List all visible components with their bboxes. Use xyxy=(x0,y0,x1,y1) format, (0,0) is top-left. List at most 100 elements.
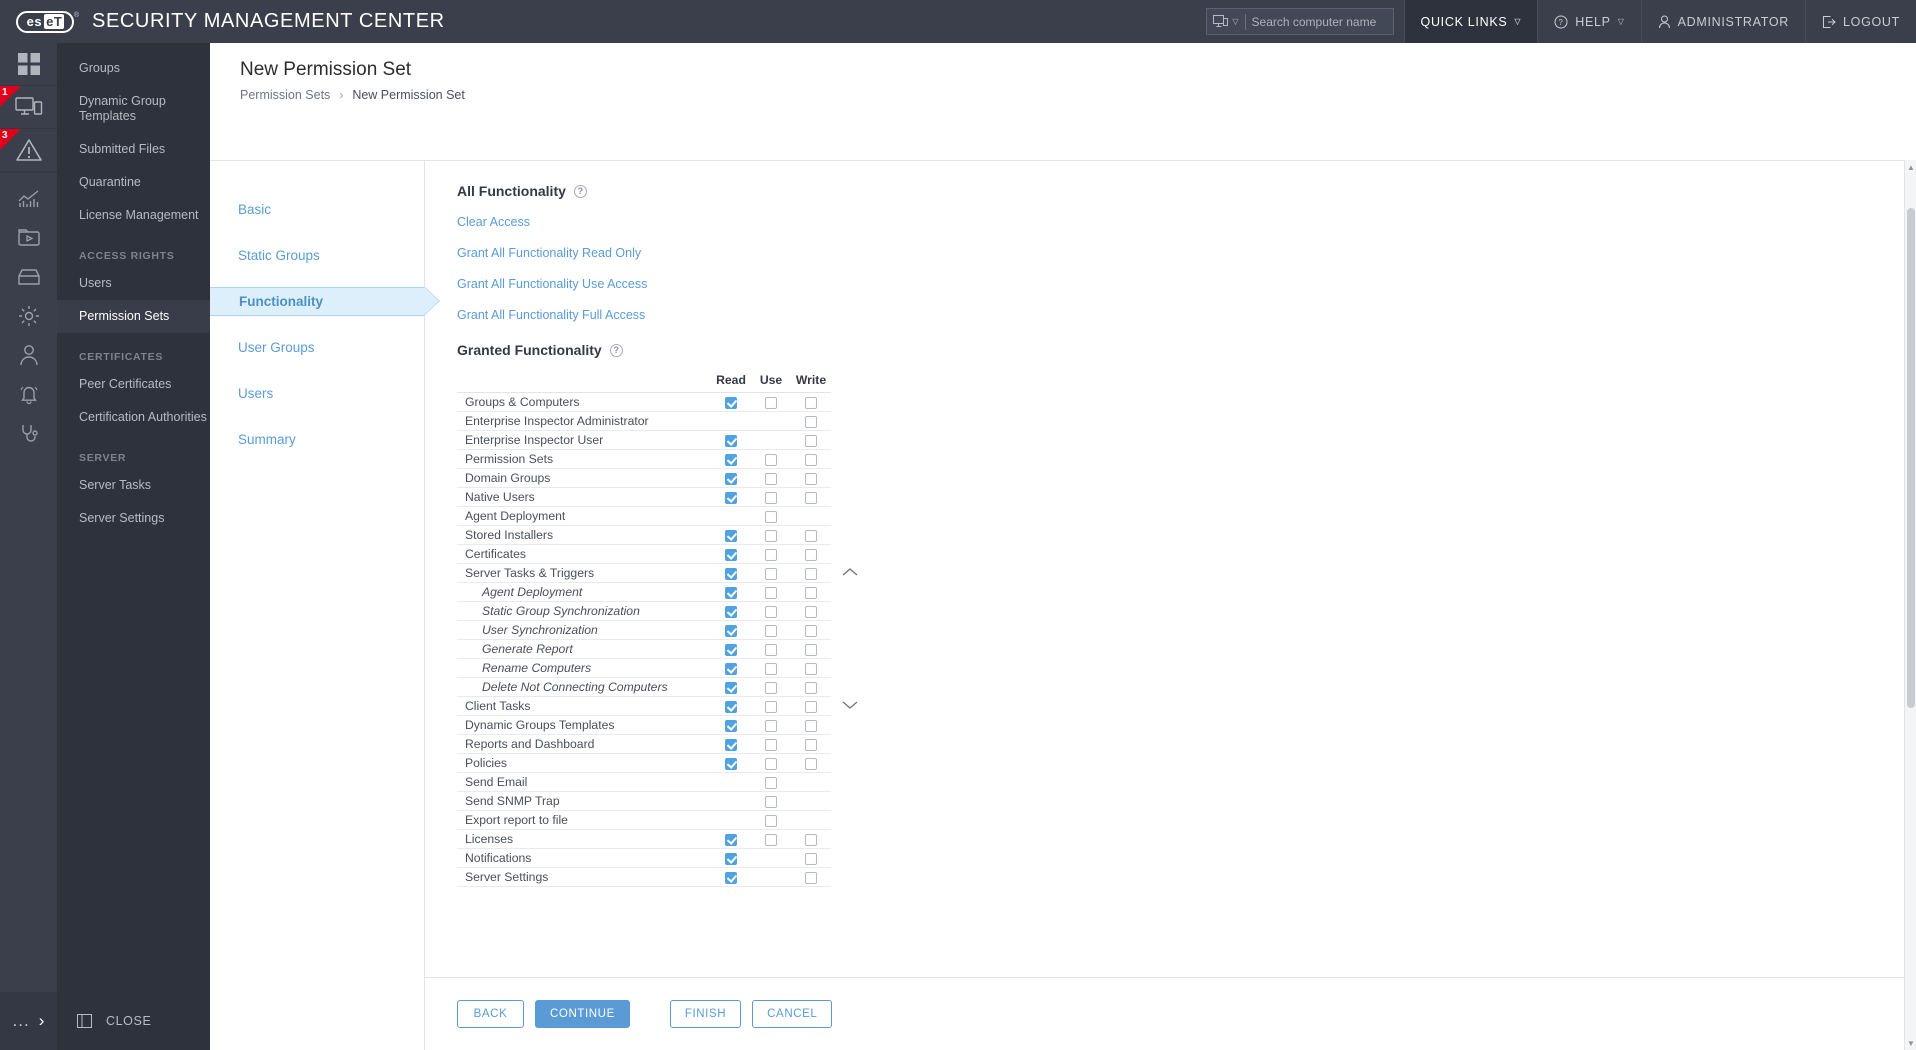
checkbox-write[interactable] xyxy=(805,757,817,770)
checkbox-use[interactable] xyxy=(765,757,777,770)
cell-read[interactable] xyxy=(711,677,751,697)
checkbox-use[interactable] xyxy=(765,795,777,808)
step-user-groups[interactable]: User Groups xyxy=(210,333,424,362)
cell-write[interactable] xyxy=(791,715,831,735)
checkbox-write[interactable] xyxy=(805,586,817,599)
sidebar-item-users[interactable]: Users xyxy=(57,267,210,300)
checkbox-read[interactable] xyxy=(725,548,737,561)
checkbox-read[interactable] xyxy=(725,681,737,694)
cell-write[interactable] xyxy=(791,658,831,678)
checkbox-read[interactable] xyxy=(725,700,737,713)
checkbox-read[interactable] xyxy=(725,529,737,542)
sidebar-item-permission-sets[interactable]: Permission Sets xyxy=(57,300,210,333)
checkbox-use[interactable] xyxy=(765,529,777,542)
back-button[interactable]: BACK xyxy=(457,1000,524,1028)
cell-read[interactable] xyxy=(711,449,751,469)
cell-use[interactable] xyxy=(751,582,791,602)
cell-use[interactable] xyxy=(751,772,791,792)
quick-links-menu[interactable]: QUICK LINKS ▽ xyxy=(1403,0,1538,43)
cell-read[interactable] xyxy=(711,753,751,773)
cell-read[interactable] xyxy=(711,601,751,621)
cell-write[interactable] xyxy=(791,411,831,431)
cell-use[interactable] xyxy=(751,753,791,773)
cell-read[interactable] xyxy=(711,696,751,716)
cell-read[interactable] xyxy=(711,487,751,507)
step-users[interactable]: Users xyxy=(210,379,424,408)
cell-write[interactable] xyxy=(791,848,831,868)
cell-read[interactable] xyxy=(711,715,751,735)
cell-use[interactable] xyxy=(751,525,791,545)
checkbox-read[interactable] xyxy=(725,491,737,504)
checkbox-write[interactable] xyxy=(805,605,817,618)
sidebar-item-groups[interactable]: Groups xyxy=(57,52,210,85)
grant-read-only-link[interactable]: Grant All Functionality Read Only xyxy=(457,246,641,260)
cell-read[interactable] xyxy=(711,582,751,602)
rail-item-reports[interactable] xyxy=(0,179,57,218)
cell-use[interactable] xyxy=(751,449,791,469)
checkbox-use[interactable] xyxy=(765,472,777,485)
checkbox-use[interactable] xyxy=(765,567,777,580)
checkbox-write[interactable] xyxy=(805,643,817,656)
checkbox-write[interactable] xyxy=(805,833,817,846)
finish-button[interactable]: FINISH xyxy=(669,1000,742,1028)
checkbox-write[interactable] xyxy=(805,624,817,637)
cell-use[interactable] xyxy=(751,639,791,659)
rail-item-installers[interactable] xyxy=(0,257,57,296)
administrator-menu[interactable]: ADMINISTRATOR xyxy=(1640,0,1805,43)
cell-use[interactable] xyxy=(751,620,791,640)
sidebar-item-certification-authorities[interactable]: Certification Authorities xyxy=(57,401,210,434)
step-static-groups[interactable]: Static Groups xyxy=(210,241,424,270)
checkbox-use[interactable] xyxy=(765,738,777,751)
checkbox-write[interactable] xyxy=(805,434,817,447)
cell-use[interactable] xyxy=(751,392,791,412)
cell-read[interactable] xyxy=(711,658,751,678)
scroll-up-arrow-icon[interactable]: ▲ xyxy=(1905,160,1916,174)
checkbox-read[interactable] xyxy=(725,757,737,770)
chevron-down-icon[interactable]: ▽ xyxy=(1232,17,1238,26)
checkbox-use[interactable] xyxy=(765,700,777,713)
cell-read[interactable] xyxy=(711,734,751,754)
cell-write[interactable] xyxy=(791,639,831,659)
cell-read[interactable] xyxy=(711,468,751,488)
scroll-down-arrow-icon[interactable]: ▼ xyxy=(1905,1036,1916,1050)
cell-write[interactable] xyxy=(791,525,831,545)
checkbox-use[interactable] xyxy=(765,662,777,675)
cell-write[interactable] xyxy=(791,449,831,469)
checkbox-read[interactable] xyxy=(725,871,737,884)
rail-item-tasks[interactable] xyxy=(0,218,57,257)
sidebar-item-license-management[interactable]: License Management xyxy=(57,199,210,232)
rail-more-button[interactable]: ... xyxy=(13,1011,30,1031)
cell-read[interactable] xyxy=(711,430,751,450)
checkbox-use[interactable] xyxy=(765,396,777,409)
checkbox-use[interactable] xyxy=(765,548,777,561)
checkbox-use[interactable] xyxy=(765,605,777,618)
checkbox-use[interactable] xyxy=(765,681,777,694)
cell-use[interactable] xyxy=(751,601,791,621)
cell-use[interactable] xyxy=(751,810,791,830)
checkbox-read[interactable] xyxy=(725,624,737,637)
checkbox-write[interactable] xyxy=(805,871,817,884)
grant-full-access-link[interactable]: Grant All Functionality Full Access xyxy=(457,308,645,322)
checkbox-use[interactable] xyxy=(765,833,777,846)
checkbox-read[interactable] xyxy=(725,396,737,409)
checkbox-write[interactable] xyxy=(805,396,817,409)
checkbox-use[interactable] xyxy=(765,776,777,789)
continue-button[interactable]: CONTINUE xyxy=(535,1000,630,1028)
checkbox-read[interactable] xyxy=(725,643,737,656)
cell-write[interactable] xyxy=(791,487,831,507)
cell-read[interactable] xyxy=(711,544,751,564)
cell-use[interactable] xyxy=(751,506,791,526)
checkbox-use[interactable] xyxy=(765,624,777,637)
checkbox-write[interactable] xyxy=(805,719,817,732)
cell-read[interactable] xyxy=(711,525,751,545)
rail-item-status-overview[interactable] xyxy=(0,413,57,452)
sidebar-item-submitted-files[interactable]: Submitted Files xyxy=(57,133,210,166)
help-icon[interactable]: ? xyxy=(573,184,587,198)
cell-write[interactable] xyxy=(791,392,831,412)
checkbox-read[interactable] xyxy=(725,453,737,466)
cell-write[interactable] xyxy=(791,430,831,450)
checkbox-write[interactable] xyxy=(805,453,817,466)
help-icon[interactable]: ? xyxy=(609,343,623,357)
logout-button[interactable]: LOGOUT xyxy=(1805,0,1916,43)
cancel-button[interactable]: CANCEL xyxy=(752,1000,833,1028)
